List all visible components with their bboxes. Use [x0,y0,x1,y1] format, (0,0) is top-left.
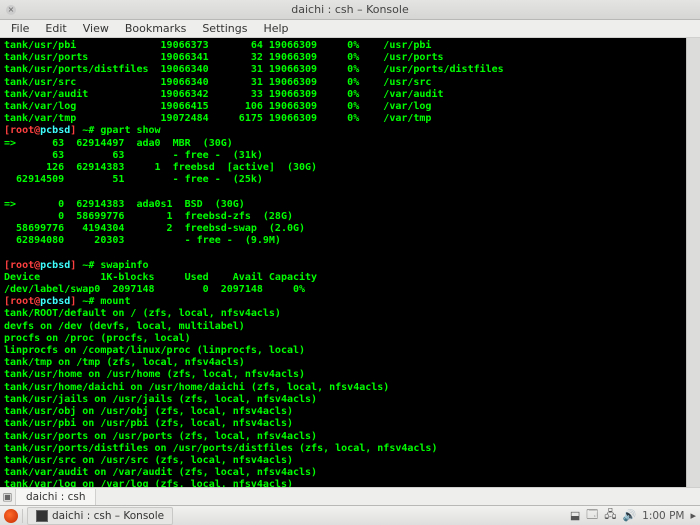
prompt-path: ~# [76,125,94,136]
network-icon[interactable]: 🖧 [604,506,616,525]
tray-expand-icon[interactable]: ▸ [690,509,696,522]
scrollbar[interactable] [686,38,700,487]
menu-bar: File Edit View Bookmarks Settings Help [0,20,700,38]
window-titlebar: × daichi : csh – Konsole [0,0,700,20]
taskbar: daichi : csh – Konsole ⬓ 🗔 🖧 🔊 1:00 PM ▸ [0,505,700,525]
cmd-gpart: gpart show [94,125,160,136]
window-title: daichi : csh – Konsole [291,3,408,16]
tray-icon[interactable]: ⬓ [570,509,580,522]
prompt-user: root@ [10,125,40,136]
menu-help[interactable]: Help [256,20,295,37]
new-tab-button[interactable]: ▣ [0,489,16,505]
cmd-mount: mount [94,296,130,307]
system-tray: ⬓ 🗔 🖧 🔊 1:00 PM ▸ [570,506,696,525]
cmd-swapinfo: swapinfo [94,260,148,271]
terminal-icon [36,510,48,522]
clock[interactable]: 1:00 PM [642,510,684,522]
close-icon[interactable]: × [6,5,16,15]
tab-bar: ▣ daichi : csh [0,487,700,505]
menu-bookmarks[interactable]: Bookmarks [118,20,193,37]
prompt-host: pcbsd [40,125,70,136]
tray-icon[interactable]: 🗔 [586,506,598,525]
task-label: daichi : csh – Konsole [52,510,164,522]
menu-view[interactable]: View [76,20,116,37]
taskbar-task[interactable]: daichi : csh – Konsole [27,507,173,525]
start-button[interactable] [4,509,18,523]
separator [22,509,23,523]
menu-settings[interactable]: Settings [195,20,254,37]
tab-label: daichi : csh [26,491,85,503]
terminal-output[interactable]: tank/usr/pbi 19066373 64 19066309 0% /us… [0,38,700,487]
tab-active[interactable]: daichi : csh [16,489,96,505]
volume-icon[interactable]: 🔊 [622,509,636,522]
menu-edit[interactable]: Edit [38,20,73,37]
menu-file[interactable]: File [4,20,36,37]
